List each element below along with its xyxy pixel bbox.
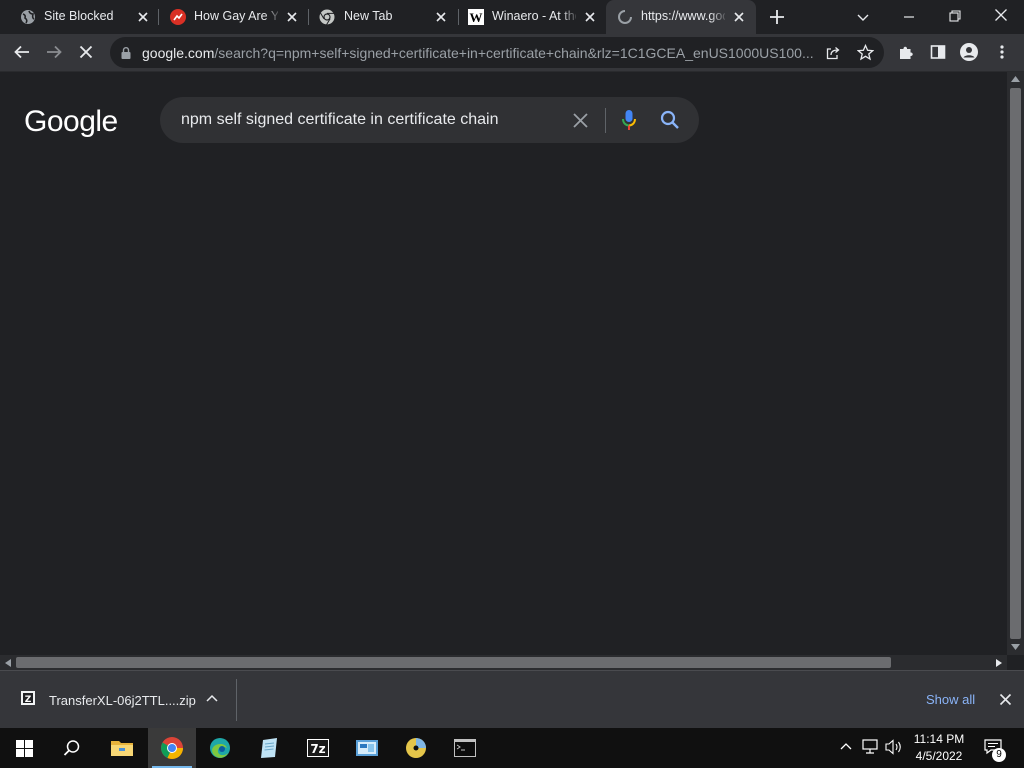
clock-date: 4/5/2022	[915, 749, 963, 763]
kebab-menu-icon[interactable]	[988, 38, 1016, 66]
side-panel-icon[interactable]	[924, 38, 952, 66]
minimize-icon[interactable]	[901, 9, 917, 25]
chrome-icon	[160, 736, 184, 760]
tab-title-fade	[561, 8, 579, 26]
edge-icon[interactable]	[196, 728, 244, 768]
url-path: /search?q=npm+self+signed+certificate+in…	[214, 45, 814, 61]
notepad-icon[interactable]	[245, 728, 293, 768]
horizontal-scrollbar[interactable]	[0, 655, 1007, 670]
show-all-downloads-link[interactable]: Show all	[926, 692, 975, 707]
search-box-divider	[605, 108, 606, 133]
clear-search-icon[interactable]	[572, 112, 589, 129]
url-text[interactable]: google.com/search?q=npm+self+signed+cert…	[142, 45, 822, 61]
7zip-icon[interactable]: 7z	[294, 728, 342, 768]
search-icon[interactable]	[660, 110, 680, 130]
tab-site-blocked[interactable]: Site Blocked	[8, 0, 158, 34]
close-tab-icon[interactable]	[434, 10, 448, 24]
tab-title-fade	[264, 8, 282, 26]
winaero-w-icon: W	[468, 9, 484, 25]
vertical-scrollbar[interactable]	[1007, 72, 1024, 655]
close-tab-icon[interactable]	[136, 10, 150, 24]
quiz-site-icon	[170, 9, 186, 25]
download-bar: Z TransferXL-06j2TTL....zip Show all	[0, 670, 1024, 728]
tab-quiz[interactable]: How Gay Are Yo	[158, 0, 308, 34]
scroll-down-arrow-icon[interactable]	[1011, 644, 1020, 650]
control-panel-icon[interactable]	[343, 728, 391, 768]
tab-strip: Site Blocked How Gay Are Yo New Tab W Wi…	[0, 0, 1024, 34]
close-tab-icon[interactable]	[285, 10, 299, 24]
search-box[interactable]: npm self signed certificate in certifica…	[160, 97, 699, 143]
close-download-bar-icon[interactable]	[999, 693, 1012, 706]
extensions-puzzle-icon[interactable]	[892, 38, 920, 66]
svg-text:7z: 7z	[310, 742, 325, 756]
bookmark-star-icon[interactable]	[857, 44, 874, 61]
chrome-icon	[319, 9, 335, 25]
zip-file-icon[interactable]: Z	[20, 690, 36, 706]
svg-text:W: W	[470, 10, 483, 25]
scroll-up-arrow-icon[interactable]	[1011, 76, 1020, 82]
browser-toolbar: google.com/search?q=npm+self+signed+cert…	[0, 34, 1024, 72]
tab-title: New Tab	[344, 9, 393, 23]
vertical-scroll-thumb[interactable]	[1010, 88, 1021, 639]
windows-taskbar: 7z 11:14 PM 4/5/2022 9	[0, 728, 1024, 768]
svg-text:Z: Z	[25, 695, 32, 705]
stop-loading-icon[interactable]	[72, 38, 100, 66]
clock-time: 11:14 PM	[913, 732, 965, 746]
tab-title: Site Blocked	[44, 9, 114, 23]
tray-overflow-chevron-up-icon[interactable]	[840, 742, 852, 750]
search-input[interactable]: npm self signed certificate in certifica…	[181, 111, 498, 129]
search-icon[interactable]	[48, 728, 96, 768]
web-page-content: Google npm self signed certificate in ce…	[0, 72, 1007, 655]
forward-arrow-icon[interactable]	[40, 38, 68, 66]
scroll-right-arrow-icon[interactable]	[996, 659, 1002, 667]
microphone-icon[interactable]	[622, 109, 636, 131]
globe-icon	[20, 9, 36, 25]
close-tab-icon[interactable]	[732, 10, 746, 24]
download-options-chevron-up-icon[interactable]	[206, 694, 218, 702]
horizontal-scroll-thumb[interactable]	[16, 657, 891, 668]
google-logo[interactable]: Google	[24, 105, 118, 139]
lock-icon[interactable]	[120, 46, 132, 60]
share-icon[interactable]	[825, 45, 841, 61]
profile-avatar-icon[interactable]	[955, 38, 983, 66]
back-arrow-icon[interactable]	[8, 38, 36, 66]
tab-google-search[interactable]: https://www.goo	[606, 0, 756, 34]
volume-icon[interactable]	[885, 739, 903, 755]
tab-winaero[interactable]: W Winaero - At the	[458, 0, 606, 34]
tab-search-chevron-down-icon[interactable]	[855, 9, 871, 25]
download-filename[interactable]: TransferXL-06j2TTL....zip	[49, 693, 196, 708]
file-explorer-icon[interactable]	[98, 728, 146, 768]
cd-disc-icon[interactable]	[392, 728, 440, 768]
url-host: google.com	[142, 45, 215, 61]
network-icon[interactable]	[862, 739, 880, 755]
terminal-icon[interactable]	[441, 728, 489, 768]
restore-window-icon[interactable]	[947, 8, 963, 24]
notification-count-badge: 9	[992, 748, 1006, 762]
system-clock[interactable]: 11:14 PM 4/5/2022	[905, 731, 973, 765]
scrollbar-corner	[1007, 655, 1024, 670]
close-window-icon[interactable]	[993, 7, 1009, 23]
loading-spinner-icon	[617, 9, 633, 25]
close-tab-icon[interactable]	[583, 10, 597, 24]
chrome-taskbar-button[interactable]	[148, 728, 196, 768]
tab-new-tab[interactable]: New Tab	[308, 0, 458, 34]
start-icon[interactable]	[0, 728, 48, 768]
address-bar[interactable]: google.com/search?q=npm+self+signed+cert…	[110, 37, 884, 68]
tab-title-fade	[710, 8, 728, 26]
plus-icon[interactable]	[768, 8, 786, 26]
download-item-divider	[236, 679, 237, 721]
scroll-left-arrow-icon[interactable]	[5, 659, 11, 667]
